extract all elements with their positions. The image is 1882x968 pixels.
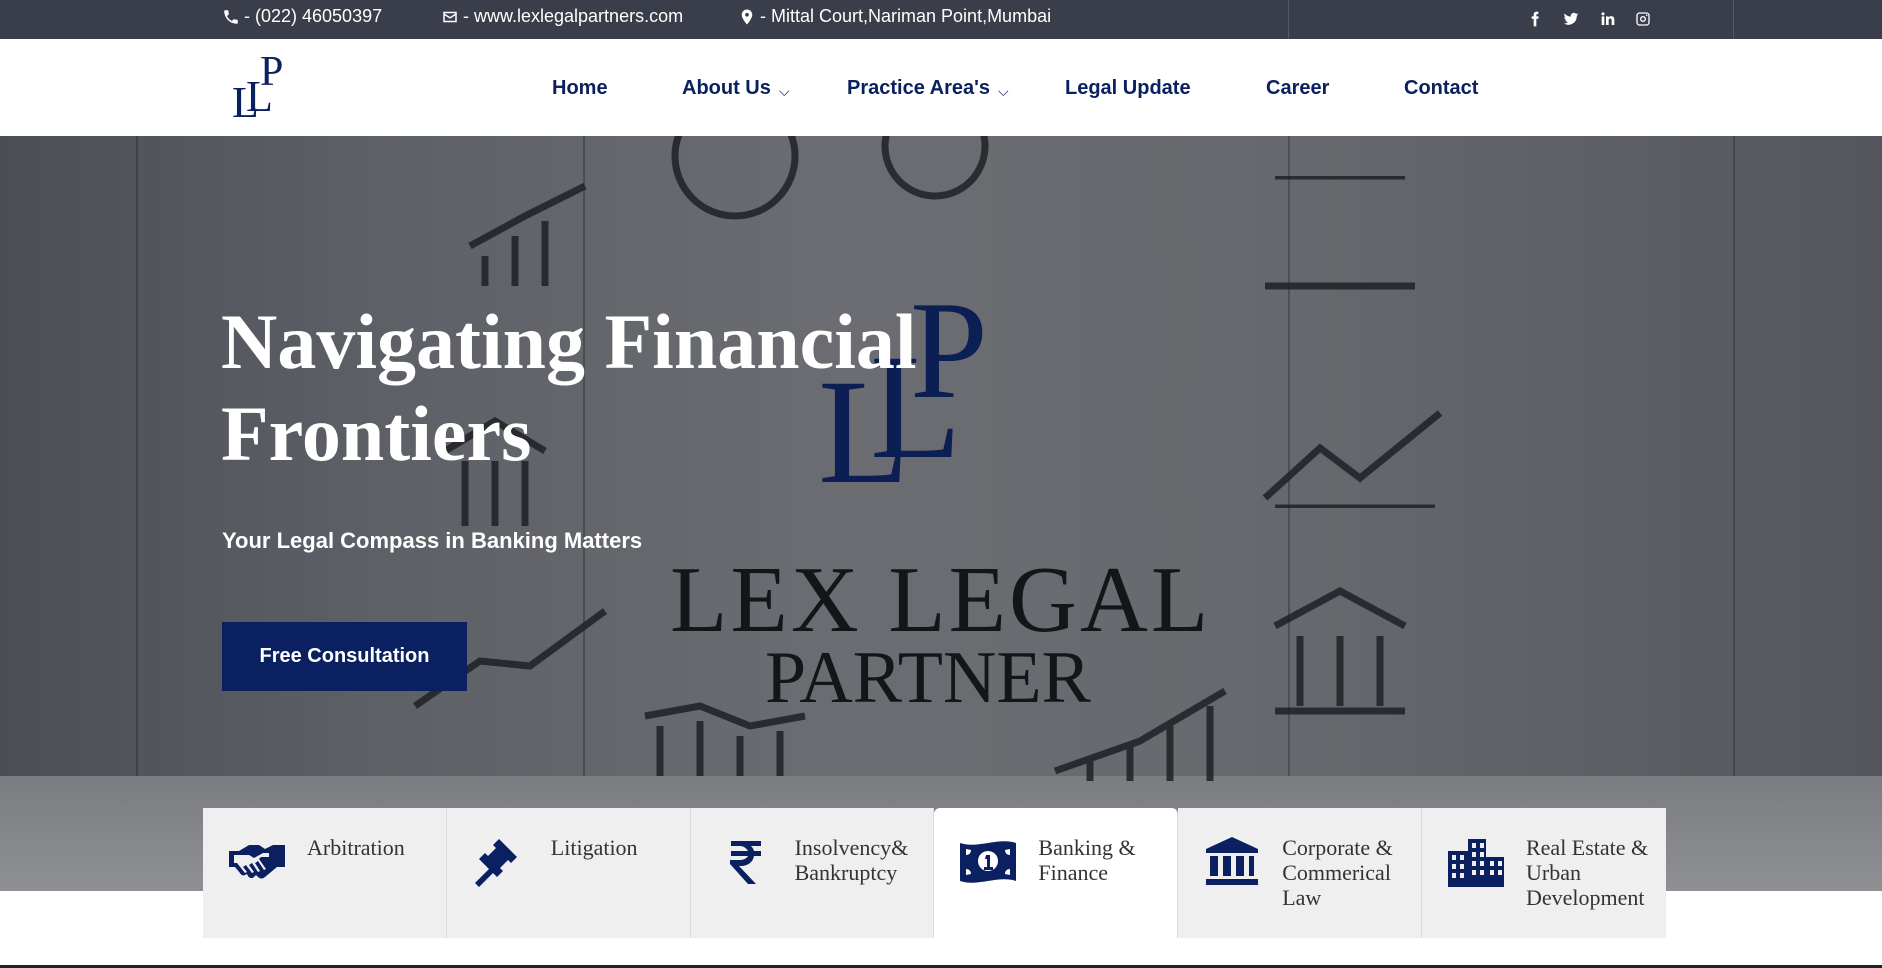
trend-arrow-icon [1262, 410, 1443, 508]
bank-columns-icon [1273, 587, 1407, 715]
address-contact: - Mittal Court,Nariman Point,Mumbai [738, 6, 1051, 27]
dollar-chart-icon [1265, 176, 1415, 290]
tab-real-estate-urban-development[interactable]: Real Estate & Urban Development [1421, 808, 1666, 938]
facebook-icon[interactable] [1524, 8, 1546, 30]
wall-panel-line [1733, 136, 1735, 776]
chevron-down-icon: ⌵ [778, 83, 790, 99]
twitter-icon[interactable] [1560, 8, 1582, 30]
practice-area-tabs: Arbitration Litigation Insolvency& Bankr… [203, 808, 1666, 938]
nav-practice-areas[interactable]: Practice Area's ⌵ [847, 77, 1009, 100]
hero-banner: L L P LEX LEGAL PARTNER Navigating Finan… [0, 136, 1882, 891]
gavel-icon [471, 837, 531, 887]
tab-label: Corporate & Commerical Law [1282, 835, 1393, 910]
social-links [1524, 8, 1654, 30]
phone-icon [224, 9, 238, 24]
nav-contact-label: Contact [1404, 77, 1479, 99]
email-contact[interactable]: - www.lexlegalpartners.com [441, 6, 683, 27]
brand-name-line2: PARTNER [765, 637, 1091, 719]
tab-litigation[interactable]: Litigation [446, 808, 691, 938]
wall-panel-line [136, 136, 138, 776]
chevron-down-icon: ⌵ [998, 83, 1009, 99]
rupee-coin-icon [671, 136, 799, 220]
tab-label: Banking & Finance [1038, 835, 1136, 885]
envelope-icon [443, 11, 457, 22]
growth-chart-icon [468, 182, 587, 286]
site-header: L L P Home About Us ⌵ Practice Area's ⌵ Le… [0, 39, 1882, 136]
nav-about-label: About Us [682, 77, 771, 99]
tab-corporate-commercial-law[interactable]: Corporate & Commerical Law [1178, 808, 1422, 938]
hero-title: Navigating Financial Frontiers [221, 298, 917, 477]
nav-legal-update[interactable]: Legal Update [1065, 77, 1191, 100]
rupee-icon [715, 837, 775, 887]
top-bar: - (022) 46050397 - www.lexlegalpartners.… [0, 0, 1882, 39]
nav-career[interactable]: Career [1266, 77, 1329, 100]
tab-banking-finance[interactable]: Banking & Finance [934, 808, 1179, 938]
tab-arbitration[interactable]: Arbitration [203, 808, 447, 938]
phone-contact[interactable]: - (022) 46050397 [222, 6, 382, 27]
bank-building-icon [1202, 837, 1262, 887]
email-address: - www.lexlegalpartners.com [463, 6, 684, 26]
nav-home[interactable]: Home [552, 77, 608, 100]
nav-about-us[interactable]: About Us ⌵ [682, 77, 790, 100]
site-logo[interactable]: L L P [232, 49, 294, 127]
free-consultation-button[interactable]: Free Consultation [222, 622, 467, 691]
city-buildings-icon [1446, 837, 1506, 887]
nav-career-label: Career [1266, 77, 1330, 99]
linkedin-icon[interactable] [1596, 8, 1618, 30]
instagram-icon[interactable] [1632, 8, 1654, 30]
tab-label: Litigation [550, 835, 638, 860]
hero-subtitle: Your Legal Compass in Banking Matters [222, 528, 643, 553]
office-address: - Mittal Court,Nariman Point,Mumbai [760, 6, 1052, 26]
nav-practice-label: Practice Area's [847, 77, 990, 99]
tab-label: Insolvency& Bankruptcy [794, 835, 909, 885]
tab-label: Real Estate & Urban Development [1525, 835, 1649, 910]
tab-label: Arbitration [307, 835, 405, 860]
topbar-divider [1288, 0, 1289, 39]
nav-contact[interactable]: Contact [1404, 77, 1478, 100]
handshake-icon [227, 837, 287, 887]
tab-insolvency-bankruptcy[interactable]: Insolvency& Bankruptcy [690, 808, 935, 938]
map-marker-icon [741, 9, 753, 24]
rupee-coin-icon [881, 136, 989, 200]
topbar-divider [1733, 0, 1734, 39]
nav-home-label: Home [552, 77, 608, 99]
nav-legal-update-label: Legal Update [1065, 77, 1191, 99]
svg-text:P: P [260, 51, 283, 95]
money-bill-icon [958, 837, 1018, 887]
phone-number: - (022) 46050397 [244, 6, 383, 26]
